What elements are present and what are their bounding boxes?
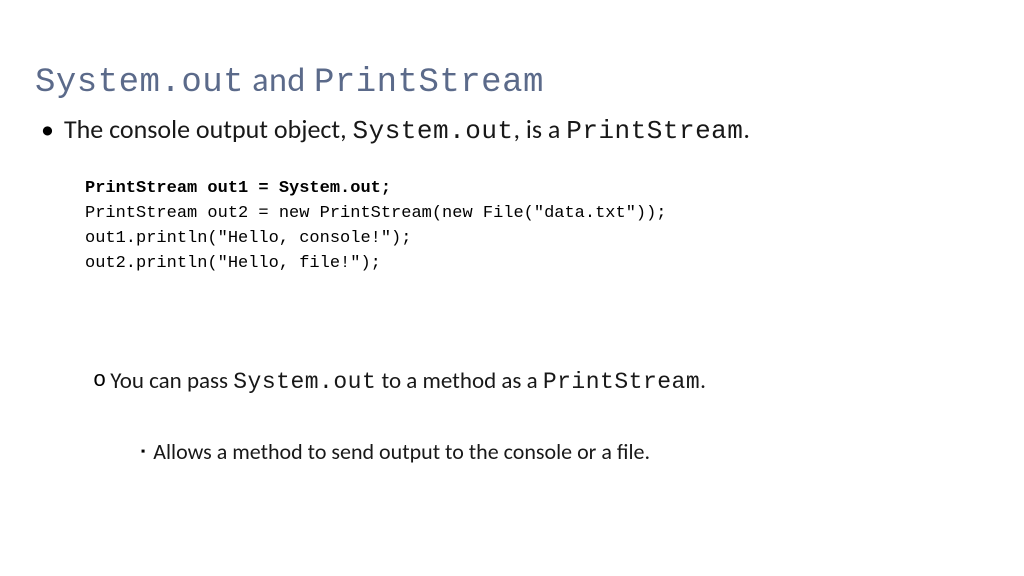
title-code-1: System.out: [35, 64, 244, 102]
slide: System.out and PrintStream • The console…: [0, 0, 1024, 576]
bullet-1-t3: , is a: [514, 113, 567, 145]
sub-t3: to a method as a: [376, 367, 543, 395]
bullet-1-text: The console output object, System.out, i…: [64, 112, 750, 148]
bullet-1-code-2: PrintStream: [566, 116, 743, 146]
bullet-1-code-1: System.out: [353, 116, 514, 146]
code-line-1: PrintStream out1 = System.out;: [85, 179, 391, 198]
title-code-2: PrintStream: [314, 64, 544, 102]
sub-code-1: System.out: [233, 369, 376, 395]
sub-bullet: o You can pass System.out to a method as…: [93, 366, 989, 397]
code-block: PrintStream out1 = System.out; PrintStre…: [85, 176, 989, 276]
bullet-1-t5: .: [743, 113, 750, 145]
sub-t5: .: [700, 367, 706, 395]
code-line-2: PrintStream out2 = new PrintStream(new F…: [85, 204, 667, 223]
code-line-3: out1.println("Hello, console!");: [85, 229, 411, 248]
code-line-4: out2.println("Hello, file!");: [85, 254, 381, 273]
sub-t1: You can pass: [110, 367, 233, 395]
title-and: and: [244, 60, 314, 101]
bullet-1: • The console output object, System.out,…: [41, 112, 989, 148]
slide-title: System.out and PrintStream: [35, 60, 989, 102]
square-bullet-icon: ▪: [141, 437, 145, 467]
bullet-dot-icon: •: [41, 112, 54, 146]
sub-sub-bullet: ▪ Allows a method to send output to the …: [141, 437, 989, 467]
bullet-1-t1: The console output object,: [64, 113, 353, 145]
sub-bullet-text: You can pass System.out to a method as a…: [110, 366, 706, 397]
sub-code-2: PrintStream: [543, 369, 700, 395]
circle-bullet-icon: o: [93, 366, 106, 396]
sub-sub-text: Allows a method to send output to the co…: [153, 437, 650, 467]
